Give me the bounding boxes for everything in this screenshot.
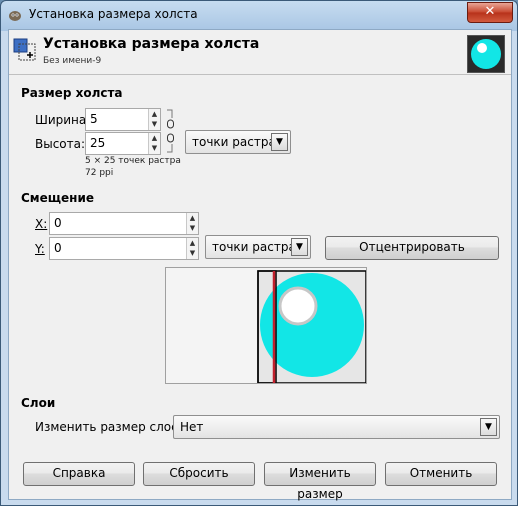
height-input[interactable]: 25 ▲ ▼: [85, 132, 161, 155]
offset-x-spinner[interactable]: ▲ ▼: [186, 213, 198, 234]
canvas-size-section: Размер холста: [21, 86, 123, 100]
offset-y-spinner[interactable]: ▲ ▼: [186, 238, 198, 259]
width-label: Ширина:: [35, 113, 91, 127]
title-bar[interactable]: Установка размера холста ✕: [1, 1, 517, 29]
preview-image: [257, 270, 367, 384]
dialog-title: Установка размера холста: [43, 36, 260, 52]
dialog-window: Установка размера холста ✕ Установка раз…: [0, 0, 518, 506]
image-name: Без имени-9: [43, 56, 102, 66]
resize-button[interactable]: Изменить размер: [264, 462, 376, 501]
spin-up-icon[interactable]: ▲: [149, 133, 160, 143]
dropdown-arrow-icon[interactable]: ▼: [291, 238, 308, 256]
offset-x-input[interactable]: 0 ▲ ▼: [49, 212, 199, 235]
width-spinner[interactable]: ▲ ▼: [148, 109, 160, 130]
width-value: 5: [90, 112, 98, 126]
center-button[interactable]: Отцентрировать: [325, 236, 499, 260]
height-label: Высота:: [35, 137, 86, 151]
dialog-body: Установка размера холста Без имени-9 Раз…: [8, 29, 512, 501]
offset-y-input[interactable]: 0 ▲ ▼: [49, 237, 199, 260]
spin-up-icon[interactable]: ▲: [187, 213, 198, 223]
offset-y-label: Y:: [35, 242, 45, 256]
resize-layers-select[interactable]: Нет ▼: [173, 415, 500, 439]
spin-up-icon[interactable]: ▲: [149, 109, 160, 119]
offset-y-value: 0: [54, 241, 62, 255]
offset-x-label: X:: [35, 217, 47, 231]
canvas-resolution-info: 72 ppi: [85, 168, 114, 178]
size-unit-select[interactable]: точки растра ▼: [185, 130, 291, 154]
canvas-size-icon: [13, 38, 36, 61]
offset-x-label-text: X:: [35, 217, 48, 231]
size-unit-value: точки растра: [192, 135, 276, 149]
spin-down-icon[interactable]: ▼: [187, 223, 198, 233]
reset-button[interactable]: Сбросить: [143, 462, 255, 486]
spin-down-icon[interactable]: ▼: [149, 119, 160, 129]
offset-section: Смещение: [21, 191, 94, 205]
spin-down-icon[interactable]: ▼: [187, 248, 198, 258]
canvas-preview[interactable]: [165, 267, 367, 384]
spin-down-icon[interactable]: ▼: [149, 143, 160, 153]
close-icon[interactable]: ✕: [467, 2, 513, 23]
resize-layers-label: Изменить размер слоев:: [35, 420, 190, 434]
offset-x-value: 0: [54, 216, 62, 230]
spin-up-icon[interactable]: ▲: [187, 238, 198, 248]
resize-layers-value: Нет: [180, 420, 204, 434]
height-value: 25: [90, 136, 106, 150]
help-button[interactable]: Справка: [23, 462, 135, 486]
dialog-header: Установка размера холста Без имени-9: [9, 30, 511, 75]
height-spinner[interactable]: ▲ ▼: [148, 133, 160, 154]
canvas-size-info: 5 × 25 точек растра: [85, 156, 181, 166]
chain-icon[interactable]: [166, 108, 175, 154]
window-title: Установка размера холста: [29, 7, 198, 21]
cancel-button[interactable]: Отменить: [385, 462, 497, 486]
dropdown-arrow-icon[interactable]: ▼: [480, 418, 497, 436]
offset-y-label-text: Y:: [35, 242, 45, 256]
offset-unit-value: точки растра: [212, 240, 296, 254]
layers-section: Слои: [21, 396, 56, 410]
offset-unit-select[interactable]: точки растра ▼: [205, 235, 311, 259]
width-input[interactable]: 5 ▲ ▼: [85, 108, 161, 131]
image-thumbnail: [467, 35, 505, 73]
gimp-icon: [9, 11, 21, 21]
dropdown-arrow-icon[interactable]: ▼: [271, 133, 288, 151]
